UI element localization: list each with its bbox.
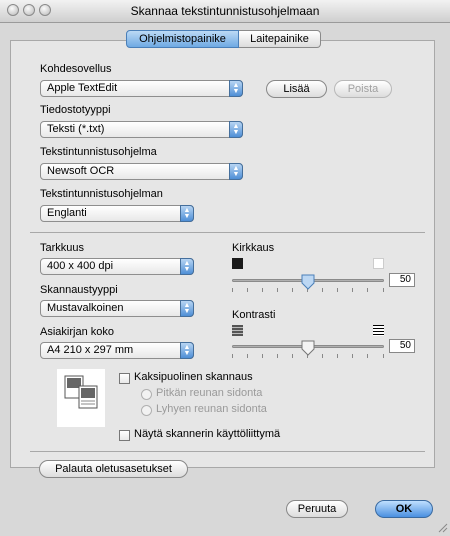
ocr-label: Tekstintunnistusohjelma (40, 146, 157, 158)
ok-button[interactable]: OK (375, 500, 433, 518)
target-app-select[interactable]: Apple TextEdit ▲ ▼ (40, 80, 243, 97)
duplex-illustration (57, 369, 105, 427)
short-edge-radio[interactable] (141, 405, 152, 416)
select-arrows-icon: ▲ ▼ (180, 205, 194, 222)
brightness-value-field[interactable]: 50 (389, 273, 415, 287)
contrast-slider-thumb[interactable] (301, 340, 315, 359)
resolution-label: Tarkkuus (40, 242, 85, 254)
scantype-select[interactable]: Mustavalkoinen ▲ ▼ (40, 300, 194, 317)
ocr-select[interactable]: Newsoft OCR ▲ ▼ (40, 163, 243, 180)
resolution-select[interactable]: 400 x 400 dpi ▲ ▼ (40, 258, 194, 275)
short-edge-label: Lyhyen reunan sidonta (156, 403, 267, 415)
select-arrows-icon: ▲ ▼ (229, 163, 243, 180)
target-app-value: Apple TextEdit (47, 82, 118, 94)
filetype-value: Teksti (*.txt) (47, 123, 105, 135)
remove-button[interactable]: Poista (334, 80, 392, 98)
show-scanner-ui-label: Näytä skannerin käyttöliittymä (134, 428, 281, 440)
resolution-value: 400 x 400 dpi (47, 260, 114, 272)
docsize-label: Asiakirjan koko (40, 326, 114, 338)
long-edge-label: Pitkän reunan sidonta (156, 387, 263, 399)
ocr-language-label: Tekstintunnistusohjelman (40, 188, 163, 200)
resize-grip-icon[interactable] (436, 521, 448, 536)
scantype-value: Mustavalkoinen (47, 302, 124, 314)
low-contrast-icon (232, 325, 243, 336)
filetype-label: Tiedostotyyppi (40, 104, 111, 116)
cancel-button[interactable]: Peruuta (286, 500, 348, 518)
ocr-language-value: Englanti (47, 207, 87, 219)
docsize-value: A4 210 x 297 mm (47, 344, 134, 356)
docsize-select[interactable]: A4 210 x 297 mm ▲ ▼ (40, 342, 194, 359)
ocr-language-select[interactable]: Englanti ▲ ▼ (40, 205, 194, 222)
target-app-label: Kohdesovellus (40, 63, 112, 75)
contrast-label: Kontrasti (232, 309, 276, 321)
ocr-value: Newsoft OCR (47, 165, 115, 177)
window-title: Skannaa tekstintunnistusohjelmaan (130, 4, 320, 18)
divider (30, 232, 425, 233)
high-contrast-icon (373, 325, 384, 336)
tab-software-button[interactable]: Ohjelmistopainike (126, 30, 239, 48)
duplex-label: Kaksipuolinen skannaus (134, 371, 253, 383)
long-edge-radio[interactable] (141, 389, 152, 400)
show-scanner-ui-checkbox[interactable] (119, 430, 130, 441)
duplex-checkbox[interactable] (119, 373, 130, 384)
scantype-label: Skannaustyyppi (40, 284, 118, 296)
brightness-label: Kirkkaus (232, 242, 275, 254)
filetype-select[interactable]: Teksti (*.txt) ▲ ▼ (40, 121, 243, 138)
select-arrows-icon: ▲ ▼ (229, 80, 243, 97)
select-arrows-icon: ▲ ▼ (180, 342, 194, 359)
select-arrows-icon: ▲ ▼ (180, 258, 194, 275)
select-arrows-icon: ▲ ▼ (180, 300, 194, 317)
select-arrows-icon: ▲ ▼ (229, 121, 243, 138)
divider (30, 451, 425, 452)
tab-device-button[interactable]: Laitepainike (239, 30, 321, 48)
contrast-value-field[interactable]: 50 (389, 339, 415, 353)
light-square-icon (373, 258, 384, 269)
dark-square-icon (232, 258, 243, 269)
restore-defaults-button[interactable]: Palauta oletusasetukset (39, 460, 188, 478)
brightness-slider-thumb[interactable] (301, 274, 315, 293)
add-button[interactable]: Lisää (266, 80, 327, 98)
